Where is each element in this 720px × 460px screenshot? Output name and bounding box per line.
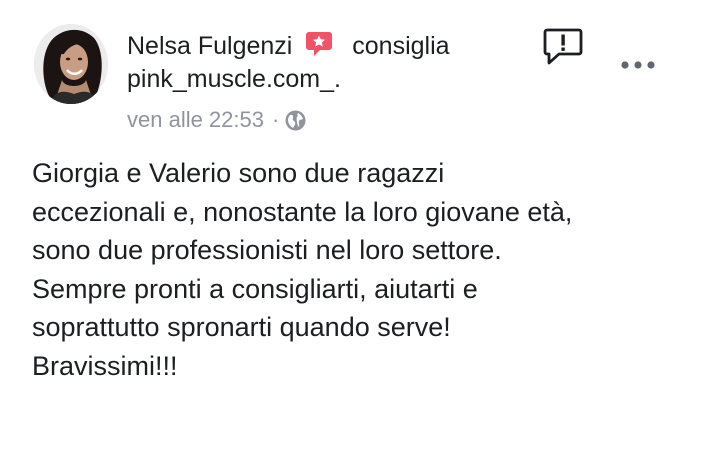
post-meta: ven alle 22:53 · xyxy=(127,106,306,134)
globe-icon xyxy=(285,110,306,131)
avatar-photo xyxy=(34,24,108,104)
post-header: Nelsa Fulgenzi consiglia pink_muscle.com… xyxy=(127,30,527,96)
page-name[interactable]: pink_muscle.com_. xyxy=(127,62,527,96)
report-exclamation-icon[interactable] xyxy=(543,28,583,66)
timestamp[interactable]: ven alle 22:53 xyxy=(127,107,264,132)
post-body-line: Bravissimi!!! xyxy=(32,350,178,381)
recommendation-post: Nelsa Fulgenzi consiglia pink_muscle.com… xyxy=(0,0,720,460)
more-horizontal-icon[interactable] xyxy=(620,58,656,72)
post-body-line: Giorgia e Valerio sono due ragazzi xyxy=(32,158,445,188)
post-body-line: eccezionali e, nonostante la loro giovan… xyxy=(32,196,573,227)
avatar[interactable] xyxy=(34,24,108,104)
post-body-line: soprattutto spronarti quando serve! xyxy=(32,312,451,342)
post-body-line: sono due professionisti nel loro settore… xyxy=(32,235,502,265)
meta-separator: · xyxy=(272,107,280,132)
post-body-line: Sempre pronti a consigliarti, aiutarti e xyxy=(32,273,478,304)
post-body: Giorgia e Valerio sono due ragazzi eccez… xyxy=(32,154,692,385)
author-name[interactable]: Nelsa Fulgenzi xyxy=(127,32,292,60)
action-text: consiglia xyxy=(352,32,450,60)
recommend-star-icon xyxy=(305,31,333,57)
header-line-1: Nelsa Fulgenzi consiglia xyxy=(127,30,527,62)
